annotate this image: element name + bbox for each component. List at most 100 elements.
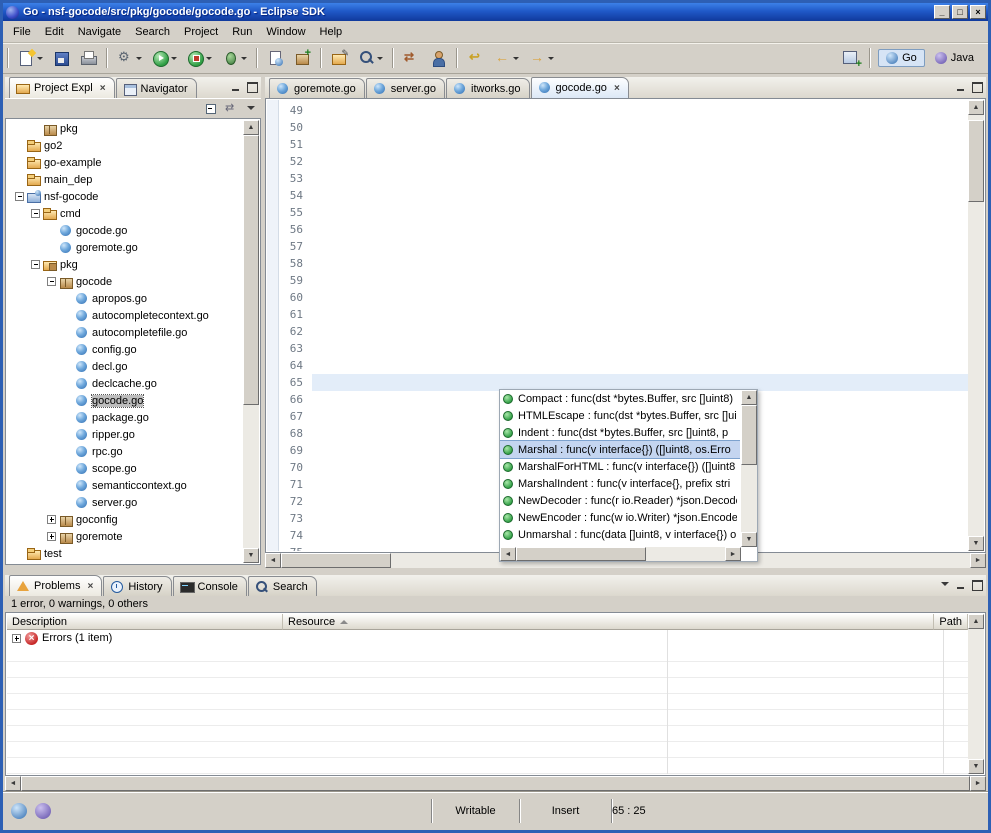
popup-vscrollbar[interactable]: ▲ ▼ [741, 390, 757, 547]
tree-item[interactable]: go-example [7, 154, 243, 171]
annotation-ruler[interactable] [267, 100, 279, 551]
menu-item[interactable]: Run [225, 23, 259, 41]
tree-item[interactable]: config.go [7, 341, 243, 358]
tree-expander[interactable] [31, 209, 40, 218]
tree-item[interactable]: gocode.go [7, 222, 243, 239]
tree-item[interactable]: server.go [7, 494, 243, 511]
tree-item[interactable]: autocompletecontext.go [7, 307, 243, 324]
tree-item[interactable]: test [7, 545, 243, 562]
tree-item[interactable]: declcache.go [7, 375, 243, 392]
tree-expander[interactable] [47, 532, 56, 541]
autocomplete-item[interactable]: MarshalIndent : func(v interface{}, pref… [500, 475, 740, 492]
toolbar-button[interactable] [263, 47, 288, 69]
column-header[interactable]: Resource [283, 614, 934, 630]
tree-expander[interactable] [47, 515, 56, 524]
menu-item[interactable]: Edit [38, 23, 71, 41]
perspective-button[interactable]: Go [878, 49, 925, 67]
dropdown-arrow-icon[interactable] [206, 57, 212, 60]
dropdown-arrow-icon[interactable] [136, 57, 142, 60]
tree-expander[interactable] [47, 277, 56, 286]
close-button[interactable]: × [970, 5, 986, 19]
toolbar-button[interactable] [148, 47, 181, 69]
tree-item[interactable]: scope.go [7, 460, 243, 477]
autocomplete-item[interactable]: Unmarshal : func(data []uint8, v interfa… [500, 526, 740, 543]
minimize-view-icon[interactable] [955, 81, 967, 92]
view-menu-icon[interactable] [939, 579, 951, 590]
row-expander[interactable] [12, 634, 21, 643]
toolbar-button[interactable] [399, 47, 424, 69]
editor-tab[interactable]: gocode.go × [531, 77, 629, 98]
maximize-view-icon[interactable] [971, 579, 983, 590]
toolbar-button[interactable] [113, 47, 146, 69]
dropdown-arrow-icon[interactable] [171, 57, 177, 60]
toolbar-button[interactable] [14, 47, 47, 69]
maximize-button[interactable]: □ [952, 5, 968, 19]
menu-item[interactable]: Window [259, 23, 312, 41]
dropdown-arrow-icon[interactable] [241, 57, 247, 60]
toolbar-button[interactable] [426, 47, 451, 69]
tree-item[interactable]: pkg [7, 256, 243, 273]
tree-item[interactable]: nsf-gocode [7, 188, 243, 205]
open-perspective-icon[interactable] [840, 48, 862, 68]
problems-hscrollbar[interactable]: ◄ ► [5, 776, 986, 791]
editor-tab[interactable]: itworks.go [446, 78, 530, 98]
tree-item[interactable]: gocode.go [7, 392, 243, 409]
close-tab-icon[interactable]: × [614, 83, 620, 94]
toolbar-button[interactable] [463, 47, 488, 69]
autocomplete-item[interactable]: Indent : func(dst *bytes.Buffer, src []u… [500, 424, 740, 441]
minimize-view-icon[interactable] [955, 579, 967, 590]
table-row[interactable]: Errors (1 item) [7, 630, 968, 646]
java-fastview-icon[interactable] [35, 803, 51, 819]
view-tab[interactable]: Project Expl × [9, 77, 115, 98]
problems-vscrollbar[interactable]: ▲ ▼ [968, 614, 984, 774]
view-tab[interactable]: History [103, 576, 171, 596]
tree-item[interactable]: goconfig [7, 511, 243, 528]
tree-item[interactable]: goremote.go [7, 239, 243, 256]
popup-hscrollbar[interactable]: ◄ ► [500, 547, 741, 561]
toolbar-button[interactable] [490, 47, 523, 69]
autocomplete-item[interactable]: HTMLEscape : func(dst *bytes.Buffer, src… [500, 407, 740, 424]
toolbar-button[interactable] [327, 47, 352, 69]
maximize-view-icon[interactable] [971, 81, 983, 92]
menu-item[interactable]: File [6, 23, 38, 41]
titlebar[interactable]: Go - nsf-gocode/src/pkg/gocode/gocode.go… [3, 3, 988, 21]
editor-vscrollbar[interactable]: ▲ ▼ [968, 100, 984, 551]
tree-item[interactable]: pkg [7, 120, 243, 137]
link-with-editor-icon[interactable] [225, 103, 239, 115]
autocomplete-item[interactable]: Marshal : func(v interface{}) ([]uint8, … [500, 441, 740, 458]
toolbar-button[interactable] [76, 47, 101, 69]
toolbar-button[interactable] [354, 47, 387, 69]
toolbar-button[interactable] [183, 47, 216, 69]
go-fastview-icon[interactable] [11, 803, 27, 819]
tree-item[interactable]: apropos.go [7, 290, 243, 307]
menu-item[interactable]: Project [177, 23, 225, 41]
tree-item[interactable]: ripper.go [7, 426, 243, 443]
dropdown-arrow-icon[interactable] [377, 57, 383, 60]
tree-item[interactable]: go2 [7, 137, 243, 154]
maximize-view-icon[interactable] [246, 81, 258, 92]
menu-item[interactable]: Navigate [71, 23, 128, 41]
tree-item[interactable]: gocode [7, 273, 243, 290]
menu-item[interactable]: Help [313, 23, 350, 41]
collapse-all-icon[interactable] [205, 103, 219, 115]
perspective-button[interactable]: Java [927, 49, 982, 67]
explorer-vscrollbar[interactable]: ▲ ▼ [243, 120, 259, 563]
column-header[interactable]: Path [934, 614, 968, 630]
autocomplete-item[interactable]: NewEncoder : func(w io.Writer) *json.Enc… [500, 509, 740, 526]
toolbar-button[interactable] [525, 47, 558, 69]
toolbar-button[interactable] [290, 47, 315, 69]
dropdown-arrow-icon[interactable] [548, 57, 554, 60]
minimize-button[interactable]: _ [934, 5, 950, 19]
tree-item[interactable]: main_dep [7, 171, 243, 188]
tree-item[interactable]: decl.go [7, 358, 243, 375]
tree-item[interactable]: rpc.go [7, 443, 243, 460]
editor-tab[interactable]: goremote.go [269, 78, 365, 98]
sash-divider[interactable] [3, 568, 988, 575]
menu-item[interactable]: Search [128, 23, 177, 41]
dropdown-arrow-icon[interactable] [37, 57, 43, 60]
autocomplete-item[interactable]: Compact : func(dst *bytes.Buffer, src []… [500, 390, 740, 407]
toolbar-button[interactable] [218, 47, 251, 69]
minimize-view-icon[interactable] [230, 81, 242, 92]
close-tab-icon[interactable]: × [100, 83, 106, 94]
close-tab-icon[interactable]: × [87, 581, 93, 592]
